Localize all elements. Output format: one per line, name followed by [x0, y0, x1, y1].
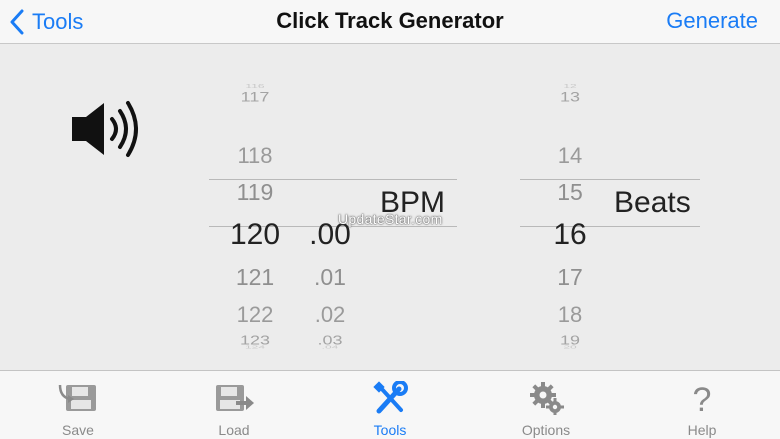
wheel-option-selected: 120	[229, 218, 281, 251]
tab-label: Tools	[373, 422, 407, 438]
wheel-option: .01	[314, 264, 346, 290]
wheel-option-selected: 16	[553, 218, 587, 251]
page-title: Click Track Generator	[276, 8, 504, 33]
wheel-option: 13	[559, 89, 581, 105]
wheel-option: .04	[321, 344, 339, 350]
tempo-whole-wheel[interactable]: 116 117 118 119 120 121 122 123 124	[215, 77, 295, 350]
wheel-option: 15	[557, 179, 583, 205]
wheel-option: 121	[235, 264, 275, 290]
wheel-option: 124	[244, 344, 266, 350]
wheel-option: 12	[563, 82, 577, 90]
wheel-option: 122	[236, 302, 274, 327]
wheel-option: 14	[557, 143, 583, 168]
save-icon	[58, 384, 96, 411]
load-icon	[216, 385, 254, 411]
tab-save[interactable]: Save	[0, 371, 156, 439]
tempo-fraction-wheel[interactable]: .00 .01 .02 .03 .04	[295, 77, 365, 350]
gear-icon	[530, 382, 564, 415]
tools-icon	[373, 381, 408, 414]
help-icon: ?	[693, 381, 712, 415]
generate-button[interactable]: Generate	[666, 8, 758, 34]
wheel-option: 116	[245, 82, 265, 90]
svg-text:?: ?	[693, 381, 712, 415]
beats-wheel[interactable]: 12 13 14 15 16 17 18 19 20	[530, 77, 610, 350]
speaker-volume-icon[interactable]	[70, 99, 146, 159]
wheel-option: 119	[236, 179, 274, 205]
wheel-option: .02	[314, 302, 346, 327]
wheel-option: 118	[237, 143, 273, 168]
tab-label: Load	[218, 422, 250, 438]
tab-label: Save	[62, 422, 94, 438]
wheel-option: 20	[563, 344, 577, 350]
tab-options[interactable]: Options	[468, 371, 624, 439]
wheel-option: 18	[557, 302, 583, 327]
wheel-option: 117	[240, 89, 270, 105]
beats-unit-label: Beats	[614, 186, 691, 219]
wheel-option: 17	[557, 264, 583, 290]
tab-tools[interactable]: Tools	[312, 371, 468, 439]
tab-label: Options	[521, 422, 571, 438]
tab-label: Help	[687, 422, 717, 438]
tab-bar: Save Load Tools Options ? Help	[0, 370, 780, 439]
tab-load[interactable]: Load	[156, 371, 312, 439]
watermark: UpdateStar.com	[338, 211, 443, 227]
navigation-bar: Tools Click Track Generator Generate	[0, 0, 780, 44]
main-content: 116 117 118 119 120 121 122 123 124 .00 …	[0, 45, 780, 370]
tab-help[interactable]: ? Help	[624, 371, 780, 439]
